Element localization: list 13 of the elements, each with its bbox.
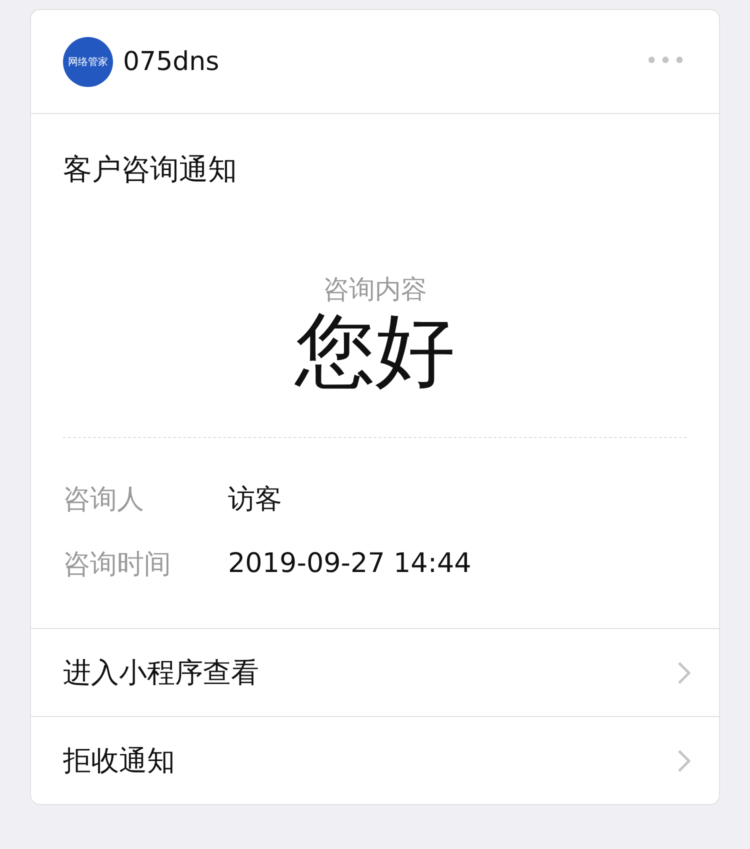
action-row[interactable]: 进入小程序查看 bbox=[31, 628, 719, 716]
account-name: 075dns bbox=[123, 46, 220, 76]
field-value: 2019-09-27 14:44 bbox=[228, 548, 472, 579]
content-label: 咨询内容 bbox=[323, 274, 427, 307]
action-row[interactable]: 拒收通知 bbox=[31, 716, 719, 804]
notification-title: 客户咨询通知 bbox=[63, 151, 238, 188]
account-logo: 网络管家 bbox=[63, 36, 113, 86]
content-value: 您好 bbox=[295, 307, 455, 395]
chevron-right-icon bbox=[677, 748, 691, 772]
field-label: 咨询时间 bbox=[63, 548, 172, 582]
field-label: 咨询人 bbox=[63, 482, 145, 516]
field-value: 访客 bbox=[228, 482, 282, 516]
chevron-right-icon bbox=[677, 660, 691, 684]
